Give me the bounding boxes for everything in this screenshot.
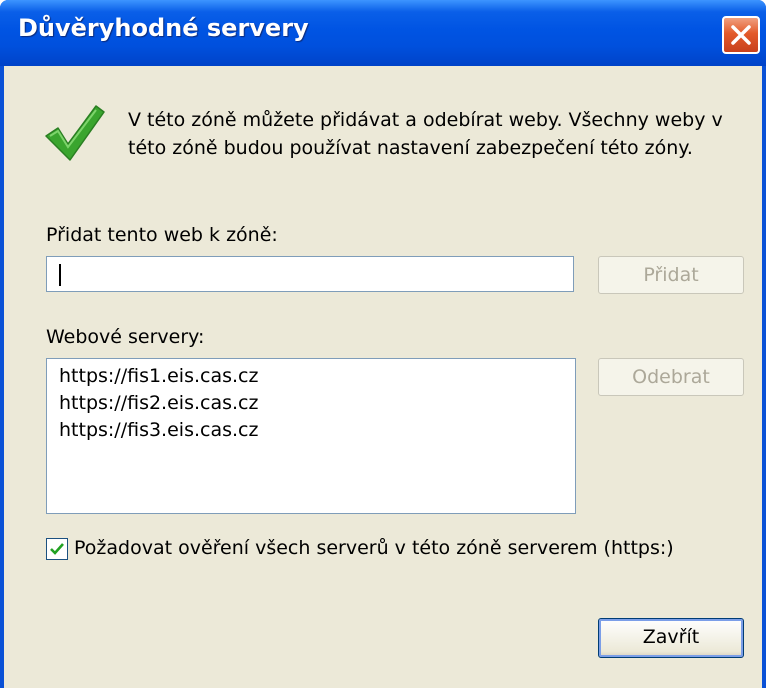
dialog-body: V této zóně můžete přidávat a odebírat w… (4, 66, 762, 688)
add-site-input[interactable] (46, 256, 574, 292)
require-https-checkbox[interactable] (46, 538, 68, 560)
require-https-label[interactable]: Požadovat ověření všech serverů v této z… (74, 537, 674, 559)
info-text: V této zóně můžete přidávat a odebírat w… (128, 109, 723, 159)
title-bar[interactable]: Důvěryhodné servery (0, 0, 766, 66)
close-icon (731, 25, 751, 45)
checkmark-icon (45, 105, 105, 161)
text-caret (59, 264, 61, 286)
sites-list[interactable]: https://fis1.eis.cas.cz https://fis2.eis… (46, 358, 576, 514)
close-button[interactable]: Zavřít (598, 618, 744, 658)
add-site-label: Přidat tento web k zóně: (46, 224, 278, 246)
list-item[interactable]: https://fis2.eis.cas.cz (59, 390, 575, 417)
remove-button[interactable]: Odebrat (598, 358, 744, 396)
list-item[interactable]: https://fis3.eis.cas.cz (59, 417, 575, 444)
list-item[interactable]: https://fis1.eis.cas.cz (59, 363, 575, 390)
dialog-window: Důvěryhodné servery V této zóně můžete p… (0, 0, 766, 688)
add-button[interactable]: Přidat (598, 256, 744, 294)
window-title: Důvěryhodné servery (18, 14, 309, 42)
sites-label: Webové servery: (46, 326, 205, 348)
close-window-button[interactable] (722, 16, 760, 54)
checkbox-check-icon (50, 543, 64, 555)
